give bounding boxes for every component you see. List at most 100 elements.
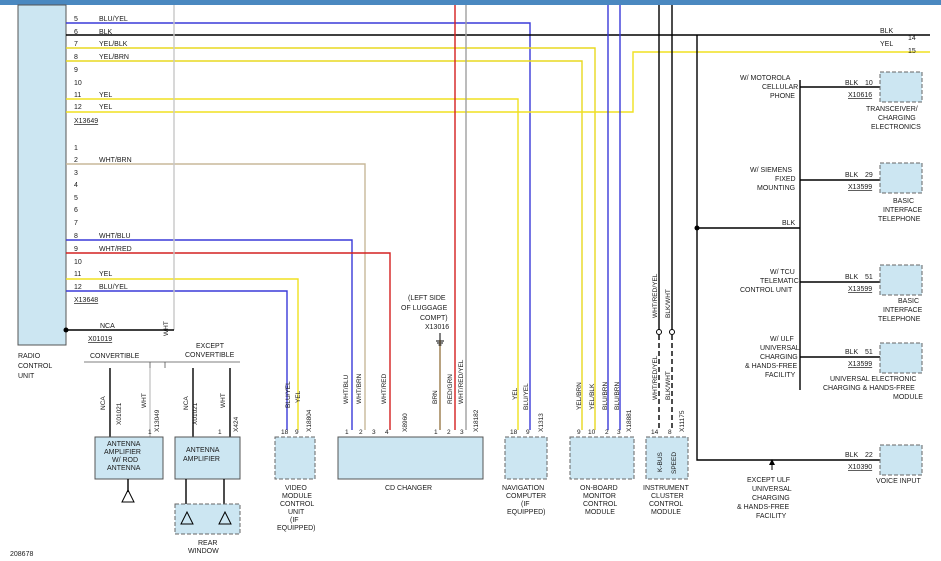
lower-pin-list: 1 2 WHT/BRN 3 4 5 6 7 8 WHT/BLU 9 WHT/RE…: [74, 145, 132, 291]
upper-pin: 12: [74, 104, 82, 111]
connector-x13648: X13648: [74, 297, 98, 304]
except-note: EXCEPT ULF: [747, 477, 790, 484]
upper-pin: 10: [74, 80, 82, 87]
ant-left-box-1: ANTENNA: [107, 441, 141, 448]
video-pin: 9: [295, 429, 299, 436]
upper-pin: 9: [74, 67, 78, 74]
ant-conn-right: X01021: [192, 402, 199, 425]
lower-pin: 6: [74, 207, 78, 214]
ground-note-1: (LEFT SIDE: [408, 295, 446, 302]
tel-cond: & HANDS-FREE: [745, 363, 797, 370]
obm-label: CONTROL: [583, 501, 617, 508]
tel-conn: X13599: [848, 286, 872, 293]
except-note: CHARGING: [752, 495, 790, 502]
lower-pin: 3: [74, 170, 78, 177]
tel-pin: 51: [865, 349, 873, 356]
lower-pin: 5: [74, 195, 78, 202]
on-board-monitor: YEL/BRN YEL/BLK BLU/BRN BLU/BRN 9 10 2 3…: [569, 382, 635, 516]
cluster-wire: BLK/WHT: [665, 371, 672, 400]
cd-wire: WHT/BRN: [356, 373, 363, 404]
tel-module: INTERFACE: [883, 307, 923, 314]
cd-conn: X8960: [402, 413, 409, 432]
upper-pin: 7: [74, 41, 78, 48]
antenna-section: NCA X01019 WHT CONVERTIBLE EXCEPT CONVER…: [63, 321, 241, 555]
upper-pin-wire: YEL: [99, 92, 112, 99]
tel-module: BASIC: [898, 298, 919, 305]
navigation-computer: YEL BLU/YEL 18 9 X1313 NAVIGATION COMPUT…: [502, 383, 548, 516]
cluster-label: INSTRUMENT: [643, 485, 690, 492]
off-page-ref: 14: [908, 35, 916, 42]
telephone-modules: W/ MOTOROLA CELLULAR PHONE BLK 10 X10616…: [737, 71, 923, 520]
lower-pin: 11: [74, 271, 81, 278]
ant-x424: X424: [233, 416, 240, 432]
tel-module: VOICE INPUT: [876, 478, 921, 485]
nca-label: NCA: [100, 323, 115, 330]
tel-conn: X10616: [848, 92, 872, 99]
off-page-refs: BLK 14 YEL 15: [880, 28, 916, 55]
except-note: & HANDS-FREE: [737, 504, 789, 511]
obm-wire: BLU/BRN: [614, 382, 621, 410]
ground-note-2: OF LUGGAGE: [401, 305, 448, 312]
video-module: BLU/YEL YEL 18 9 X18804 VIDEO MODULE CON…: [274, 381, 316, 532]
except-label-1: EXCEPT: [196, 343, 225, 350]
cd-pin: 2: [359, 429, 363, 436]
tel-module: INTERFACE: [883, 207, 923, 214]
upper-pin: 8: [74, 54, 78, 61]
tel-wire: BLK: [845, 452, 859, 459]
video-label: UNIT: [288, 509, 305, 516]
video-label: VIDEO: [285, 485, 307, 492]
obm-label: MONITOR: [583, 493, 616, 500]
cd-pin: 1: [345, 429, 349, 436]
tel-cond: CELLULAR: [762, 84, 798, 91]
lower-pin: 4: [74, 182, 78, 189]
ground-conn: X13016: [425, 324, 449, 331]
obm-pin: 9: [577, 429, 581, 436]
bus-blk-label: BLK: [782, 220, 796, 227]
video-label: EQUIPPED): [277, 525, 316, 532]
ant-pin-right: 1: [218, 429, 222, 436]
ant-pin-left: 1: [148, 429, 152, 436]
nav-pin: 18: [510, 429, 518, 436]
cluster-speed: SPEED: [671, 452, 678, 474]
tel-cond: FIXED: [775, 176, 796, 183]
lower-pin: 8: [74, 233, 78, 240]
tel-module: ELECTRONICS: [871, 124, 921, 131]
radio-unit-label-2: CONTROL: [18, 363, 52, 370]
tel-pin: 22: [865, 452, 873, 459]
tel-conn: X13599: [848, 184, 872, 191]
video-conn: X18804: [306, 409, 313, 432]
cd-wire: WHT/BLU: [343, 374, 350, 404]
tel-cond: W/ SIEMENS: [750, 167, 792, 174]
tel-pin: 51: [865, 274, 873, 281]
tel-conn: X10390: [848, 464, 872, 471]
lower-pin: 7: [74, 220, 78, 227]
nav-label: (IF: [521, 501, 530, 508]
cd-right-wire: WHT/RED/YEL: [458, 359, 465, 404]
upper-pin-wire: YEL/BLK: [99, 41, 128, 48]
nav-wire: BLU/YEL: [523, 383, 530, 410]
ant-left-box-3: W/ ROD: [112, 457, 138, 464]
tel-cond: CHARGING: [760, 354, 798, 361]
obm-pin: 2: [605, 429, 609, 436]
upper-pin-wire: YEL: [99, 104, 112, 111]
tel-module: TRANSCEIVER/: [866, 106, 918, 113]
tel-cond: MOUNTING: [757, 185, 795, 192]
tel-module: BASIC: [893, 198, 914, 205]
cluster-label: CLUSTER: [651, 493, 684, 500]
cd-changer-label: CD CHANGER: [385, 485, 432, 492]
cluster-label: CONTROL: [649, 501, 683, 508]
cluster-pin: 14: [651, 429, 659, 436]
tel-cond: PHONE: [770, 93, 795, 100]
tel-module: CHARGING & HANDS-FREE: [823, 385, 915, 392]
nav-label: NAVIGATION: [502, 485, 544, 492]
lower-pin-wire: WHT/BRN: [99, 157, 132, 164]
ant-nca-left: NCA: [100, 396, 107, 410]
cd-pin: 3: [372, 429, 376, 436]
cluster-conn: X11175: [679, 410, 686, 432]
tel-cond: W/ ULF: [770, 336, 794, 343]
off-page-ref: 15: [908, 48, 916, 55]
cluster-kbus: K-BUS: [657, 451, 664, 472]
nav-wire: YEL: [512, 387, 519, 400]
tel-pin: 10: [865, 80, 873, 87]
obm-wire: YEL/BLK: [589, 383, 596, 410]
